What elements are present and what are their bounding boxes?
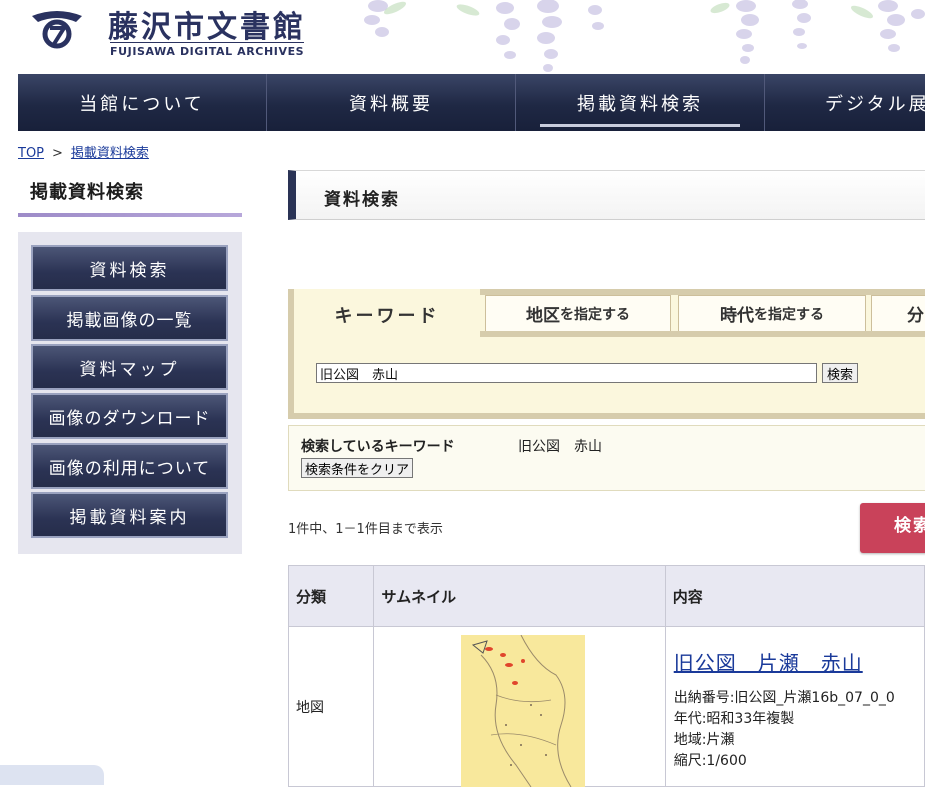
- city-emblem-icon: [32, 11, 82, 49]
- column-header-category: 分類: [287, 565, 375, 627]
- tab-era-suffix: を指定する: [754, 306, 824, 323]
- sidebar-item-image-list[interactable]: 掲載画像の一覧: [31, 295, 228, 341]
- nav-item-search[interactable]: 掲載資料検索: [516, 74, 765, 131]
- global-nav: 当館について 資料概要 掲載資料検索 デジタル展: [18, 74, 925, 131]
- tabs-underline: [480, 331, 925, 337]
- column-header-content: 内容: [664, 565, 925, 627]
- sidebar-item-map[interactable]: 資料マップ: [31, 344, 228, 390]
- map-thumbnail-image[interactable]: [461, 635, 586, 787]
- keyword-status-value: 旧公図 赤山: [518, 439, 602, 455]
- result-meta-scale: 縮尺:1/600: [673, 753, 747, 769]
- sidebar-item-search[interactable]: 資料検索: [31, 245, 228, 291]
- breadcrumb-separator: >: [52, 146, 63, 161]
- tab-category-label: 分: [907, 306, 924, 326]
- breadcrumb-current-link[interactable]: 掲載資料検索: [71, 146, 149, 161]
- tab-district-label: 地区: [526, 306, 560, 326]
- sidebar-item-download[interactable]: 画像のダウンロード: [31, 393, 228, 439]
- tab-era[interactable]: 時代 を指定する: [678, 295, 866, 331]
- section-heading-text: 資料検索: [324, 190, 400, 210]
- site-title[interactable]: 藤沢市文書館: [108, 2, 306, 46]
- result-thumbnail-cell: [373, 626, 666, 787]
- clear-conditions-button[interactable]: 検索条件をクリア: [301, 458, 414, 478]
- keyword-status-label: 検索しているキーワード: [301, 439, 455, 455]
- sidebar-menu: 資料検索 掲載画像の一覧 資料マップ 画像のダウンロード 画像の利用について 掲…: [18, 232, 242, 554]
- search-submit-button[interactable]: 検索: [822, 363, 858, 383]
- page-top-tab[interactable]: [0, 765, 104, 785]
- keyword-input[interactable]: [316, 363, 817, 383]
- breadcrumb: TOP > 掲載資料検索: [18, 142, 149, 161]
- sidebar-title: 掲載資料検索: [30, 182, 144, 203]
- nav-item-digital[interactable]: デジタル展: [765, 74, 925, 131]
- results-table: 分類 サムネイル 内容 地図 旧公図 片瀬 赤山 出納番号:旧公図_片瀬16b_…: [287, 565, 925, 787]
- section-heading: 資料検索: [288, 170, 925, 220]
- result-content-cell: 旧公図 片瀬 赤山 出納番号:旧公図_片瀬16b_07_0_0 年代:昭和33年…: [664, 626, 925, 787]
- site-subtitle: FUJISAWA DIGITAL ARCHIVES: [110, 42, 305, 58]
- tab-district[interactable]: 地区 を指定する: [485, 295, 671, 331]
- nav-item-overview[interactable]: 資料概要: [267, 74, 516, 131]
- sidebar-item-usage[interactable]: 画像の利用について: [31, 443, 228, 489]
- result-meta-area: 地域:片瀬: [673, 732, 735, 748]
- tab-era-label: 時代: [720, 306, 754, 326]
- tab-district-suffix: を指定する: [560, 306, 630, 323]
- tab-keyword-label: キーワード: [334, 306, 440, 327]
- breadcrumb-home-link[interactable]: TOP: [18, 146, 44, 161]
- tab-keyword[interactable]: キーワード: [294, 289, 480, 341]
- table-header-row: 分類 サムネイル 内容: [287, 565, 925, 627]
- result-category: 地図: [287, 626, 375, 787]
- table-row: 地図 旧公図 片瀬 赤山 出納番号:旧公図_片瀬16b_07_0_0 年代:昭和…: [287, 626, 925, 787]
- result-meta-id: 出納番号:旧公図_片瀬16b_07_0_0: [673, 690, 895, 706]
- site-header: 藤沢市文書館 FUJISAWA DIGITAL ARCHIVES: [0, 0, 925, 74]
- search-tabs: キーワード 地区 を指定する 時代 を指定する 分: [288, 289, 925, 341]
- tab-category[interactable]: 分: [871, 295, 925, 331]
- nav-item-about[interactable]: 当館について: [18, 74, 267, 131]
- sidebar-title-underline: [18, 213, 242, 217]
- result-meta-era: 年代:昭和33年複製: [673, 711, 795, 727]
- result-title-link[interactable]: 旧公図 片瀬 赤山: [674, 647, 863, 676]
- column-header-thumbnail: サムネイル: [373, 565, 666, 627]
- search-action-button[interactable]: 検索: [860, 503, 925, 553]
- result-count: 1件中、1－1件目まで表示: [288, 522, 443, 537]
- sidebar-item-guide[interactable]: 掲載資料案内: [31, 492, 228, 538]
